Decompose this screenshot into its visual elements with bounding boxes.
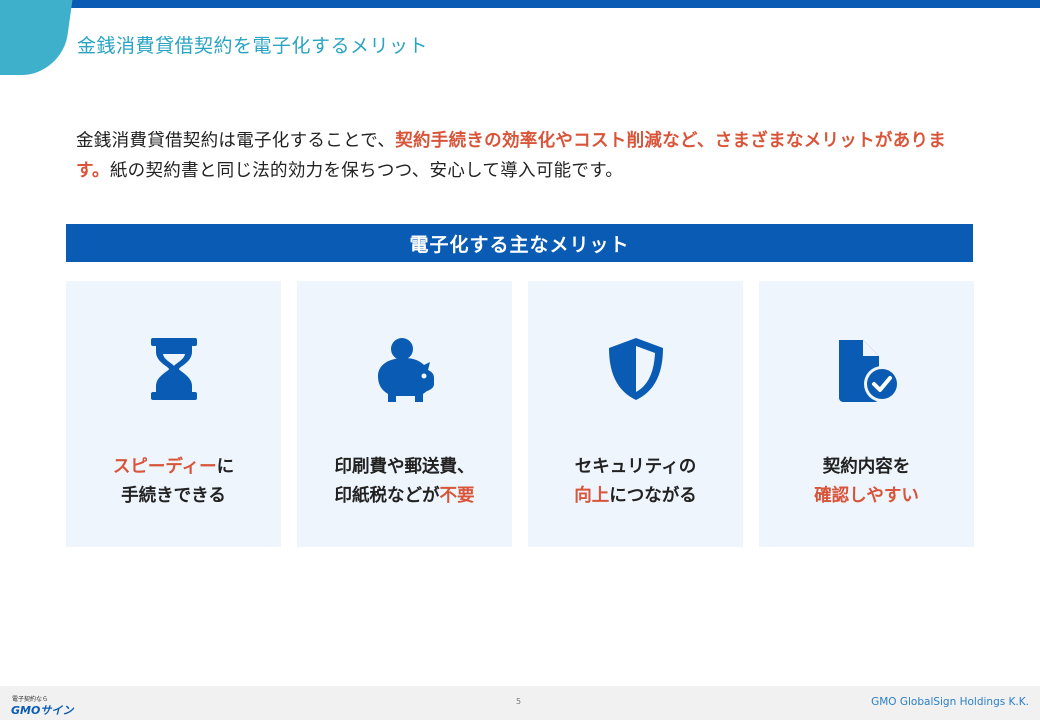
page-number: 5 — [516, 697, 522, 706]
intro-paragraph: 金銭消費貸借契約は電子化することで、契約手続きの効率化やコスト削減など、さまざま… — [76, 126, 976, 186]
hourglass-icon — [66, 336, 281, 406]
intro-text-2: 紙の契約書と同じ法的効力を保ちつつ、安心して導入可能です。 — [109, 161, 624, 181]
intro-text-1: 金銭消費貸借契約は電子化することで、 — [76, 131, 396, 151]
caption-text: につながる — [609, 486, 697, 506]
caption-highlight: 不要 — [439, 486, 475, 506]
section-heading: 電子化する主なメリット — [66, 224, 973, 262]
caption-text: 手続きできる — [121, 486, 226, 506]
caption-highlight: 確認しやすい — [814, 486, 919, 506]
caption-text: 印紙税などが — [334, 486, 440, 506]
footer: 電子契約なら GMOサイン 5 GMO GlobalSign Holdings … — [0, 686, 1040, 720]
benefit-caption: セキュリティの 向上につながる — [528, 453, 743, 511]
corner-decoration — [0, 0, 79, 75]
gmo-sign-logo: GMOサイン — [11, 704, 74, 717]
caption-text: 印刷費や郵送費、 — [334, 457, 475, 477]
benefit-card-cost: 印刷費や郵送費、 印紙税などが不要 — [297, 281, 512, 547]
caption-text: 契約内容を — [822, 457, 911, 477]
shield-icon — [528, 336, 743, 406]
benefit-caption: 印刷費や郵送費、 印紙税などが不要 — [297, 453, 512, 511]
benefit-card-review: 契約内容を 確認しやすい — [759, 281, 974, 547]
caption-highlight: スピーディー — [112, 457, 217, 477]
benefit-card-security: セキュリティの 向上につながる — [528, 281, 743, 547]
benefit-card-speed: スピーディーに 手続きできる — [66, 281, 281, 547]
benefit-caption: 契約内容を 確認しやすい — [759, 453, 974, 511]
piggy-bank-icon — [297, 336, 512, 406]
caption-highlight: 向上 — [574, 486, 610, 506]
page-title: 金銭消費貸借契約を電子化するメリット — [77, 35, 429, 57]
caption-text: セキュリティの — [574, 457, 697, 477]
document-check-icon — [759, 336, 974, 406]
benefit-caption: スピーディーに 手続きできる — [66, 453, 281, 511]
caption-text: に — [216, 457, 235, 477]
top-accent-bar — [0, 0, 1040, 8]
company-name: GMO GlobalSign Holdings K.K. — [871, 696, 1029, 708]
